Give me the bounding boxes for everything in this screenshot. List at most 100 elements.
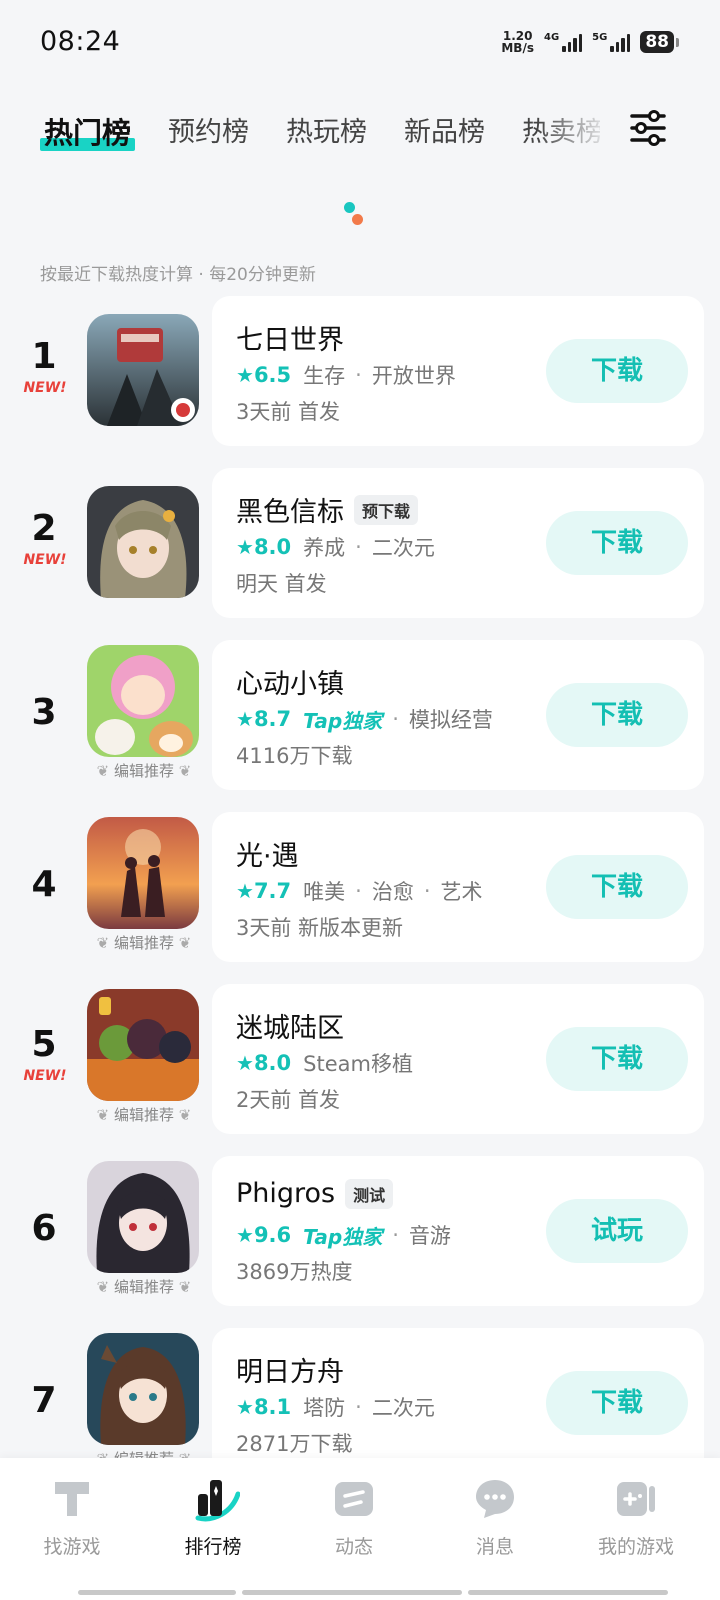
signal-4g-icon: 4G xyxy=(544,32,583,52)
star-icon: ★ xyxy=(236,1223,254,1247)
download-button[interactable]: 下载 xyxy=(546,1371,688,1435)
tap-exclusive-badge: Tap独家 xyxy=(303,708,383,733)
list-item[interactable]: 3 ❦ 编辑推荐 ❦ 心动小镇 ★8.7 Tap独家 · 模拟经营 4116万下载 … xyxy=(0,640,720,790)
star-icon: ★ xyxy=(236,1395,254,1419)
status-bar: 08:24 1.20 MB/s 4G 5G 88 xyxy=(0,0,720,88)
rank-number: 7 xyxy=(31,1380,57,1421)
network-speed: 1.20 MB/s xyxy=(501,29,534,55)
nav-my-games[interactable]: 我的游戏 xyxy=(564,1458,708,1600)
game-card[interactable]: 七日世界 ★6.5 生存 · 开放世界 3天前 首发 下载 xyxy=(212,296,704,446)
rank-number: 3 xyxy=(31,692,57,733)
game-icon[interactable] xyxy=(87,486,199,598)
game-name: 明日方舟 xyxy=(236,1357,344,1388)
game-icon[interactable] xyxy=(87,1161,199,1273)
editor-pick-label: ❦ 编辑推荐 ❦ xyxy=(96,1278,192,1296)
tab-hot[interactable]: 热门榜 xyxy=(40,110,136,152)
bottom-navigation: 找游戏 排行榜 动态 消息 我的游戏 xyxy=(0,1458,720,1600)
ranking-tabs: 热门榜 预约榜 热玩榜 新品榜 热卖榜 xyxy=(0,104,720,154)
list-item[interactable]: 1 NEW! 七日世界 ★6.5 生存 · 开放世界 3天前 首发 下载 xyxy=(0,296,720,446)
nav-ranking[interactable]: 排行榜 xyxy=(141,1458,285,1600)
my-games-icon xyxy=(613,1476,659,1522)
game-card[interactable]: 迷城陆区 ★8.0 Steam移植 2天前 首发 下载 xyxy=(212,984,704,1134)
game-name: 心动小镇 xyxy=(236,669,344,700)
gesture-bar xyxy=(242,1590,462,1595)
game-meta: ★7.7 唯美 · 治愈 · 艺术 xyxy=(236,879,483,904)
download-button[interactable]: 下载 xyxy=(546,683,688,747)
game-subtitle: 3天前 首发 xyxy=(236,400,341,424)
ranking-icon xyxy=(190,1476,241,1522)
game-icon[interactable] xyxy=(87,1333,199,1445)
predownload-badge: 预下载 xyxy=(354,494,419,525)
game-meta: ★9.6 Tap独家 · 音游 xyxy=(236,1220,451,1250)
gesture-bar xyxy=(468,1590,668,1595)
download-button[interactable]: 下载 xyxy=(546,1027,688,1091)
game-icon[interactable] xyxy=(87,989,199,1101)
game-meta: ★8.0 养成 · 二次元 xyxy=(236,535,435,560)
star-icon: ★ xyxy=(236,535,254,559)
test-badge: 测试 xyxy=(345,1178,394,1209)
game-card[interactable]: 黑色信标 预下载 ★8.0 养成 · 二次元 明天 首发 下载 xyxy=(212,468,704,618)
nav-find-games[interactable]: 找游戏 xyxy=(0,1458,144,1600)
download-button[interactable]: 下载 xyxy=(546,339,688,403)
editor-pick-label: ❦ 编辑推荐 ❦ xyxy=(96,934,192,952)
game-meta: ★6.5 生存 · 开放世界 xyxy=(236,363,456,388)
rank-number: 5 xyxy=(31,1024,57,1065)
game-card[interactable]: Phigros 测试 ★9.6 Tap独家 · 音游 3869万热度 试玩 xyxy=(212,1156,704,1306)
game-card[interactable]: 光·遇 ★7.7 唯美 · 治愈 · 艺术 3天前 新版本更新 下载 xyxy=(212,812,704,962)
game-name: 七日世界 xyxy=(236,325,344,356)
game-name: 黑色信标 预下载 xyxy=(236,490,419,529)
status-time: 08:24 xyxy=(40,26,121,57)
game-meta: ★8.7 Tap独家 · 模拟经营 xyxy=(236,704,493,734)
star-icon: ★ xyxy=(236,363,254,387)
star-icon: ★ xyxy=(236,707,254,731)
game-search-icon xyxy=(49,1476,95,1522)
game-subtitle: 2871万下载 xyxy=(236,1432,353,1456)
nav-feed[interactable]: 动态 xyxy=(282,1458,426,1600)
game-meta: ★8.0 Steam移植 xyxy=(236,1051,413,1076)
tab-hot-play[interactable]: 热玩榜 xyxy=(286,110,367,149)
game-subtitle: 3869万热度 xyxy=(236,1260,353,1284)
list-item[interactable]: 2 NEW! 黑色信标 预下载 ★8.0 养成 · 二次元 明天 首发 下载 xyxy=(0,468,720,618)
message-icon xyxy=(472,1476,518,1522)
filter-settings-icon[interactable] xyxy=(628,108,668,148)
game-icon[interactable] xyxy=(87,314,199,426)
game-name: 光·遇 xyxy=(236,841,299,872)
download-button[interactable]: 下载 xyxy=(546,511,688,575)
ranking-hint: 按最近下载热度计算 · 每20分钟更新 xyxy=(40,265,316,285)
rank-number: 6 xyxy=(31,1208,57,1249)
game-name: 迷城陆区 xyxy=(236,1013,344,1044)
gesture-bar xyxy=(78,1590,236,1595)
tab-reserve[interactable]: 预约榜 xyxy=(168,110,249,149)
try-play-button[interactable]: 试玩 xyxy=(546,1199,688,1263)
star-icon: ★ xyxy=(236,879,254,903)
loading-indicator xyxy=(342,200,366,230)
list-item[interactable]: 5 NEW! ❦ 编辑推荐 ❦ 迷城陆区 ★8.0 Steam移植 2天前 首发… xyxy=(0,984,720,1134)
new-badge: NEW! xyxy=(23,1068,67,1084)
nav-messages[interactable]: 消息 xyxy=(423,1458,567,1600)
game-name: Phigros 测试 xyxy=(236,1178,394,1209)
game-card[interactable]: 明日方舟 ★8.1 塔防 · 二次元 2871万下载 下载 xyxy=(212,1328,704,1478)
editor-pick-label: ❦ 编辑推荐 ❦ xyxy=(96,762,192,780)
game-icon[interactable] xyxy=(87,645,199,757)
tap-exclusive-badge: Tap独家 xyxy=(303,1224,383,1249)
signal-5g-icon: 5G xyxy=(592,32,631,52)
new-badge: NEW! xyxy=(23,552,67,568)
tab-bestseller[interactable]: 热卖榜 xyxy=(522,110,600,149)
list-item[interactable]: 6 ❦ 编辑推荐 ❦ Phigros 测试 ★9.6 Tap独家 · 音游 3869万… xyxy=(0,1156,720,1306)
list-item[interactable]: 7 ❦ 编辑推荐 ❦ 明日方舟 ★8.1 塔防·二次元 2871万下载 下载 xyxy=(0,1328,720,1478)
rank-number: 1 xyxy=(31,336,57,377)
game-icon[interactable] xyxy=(87,817,199,929)
rank-number: 4 xyxy=(31,864,57,905)
list-item[interactable]: 4 ❦ 编辑推荐 ❦ 光·遇 ★7.7 唯美 · 治愈 · 艺术 3天前 新版本更新 下… xyxy=(0,812,720,962)
game-subtitle: 明天 首发 xyxy=(236,572,327,596)
rank-number: 2 xyxy=(31,508,57,549)
status-icons: 1.20 MB/s 4G 5G 88 xyxy=(501,29,679,55)
download-button[interactable]: 下载 xyxy=(546,855,688,919)
game-card[interactable]: 心动小镇 ★8.7 Tap独家 · 模拟经营 4116万下载 下载 xyxy=(212,640,704,790)
feed-icon xyxy=(331,1476,377,1522)
tab-new[interactable]: 新品榜 xyxy=(404,110,485,149)
game-subtitle: 4116万下载 xyxy=(236,744,353,768)
game-subtitle: 2天前 首发 xyxy=(236,1088,341,1112)
game-subtitle: 3天前 新版本更新 xyxy=(236,916,404,940)
star-icon: ★ xyxy=(236,1051,254,1075)
